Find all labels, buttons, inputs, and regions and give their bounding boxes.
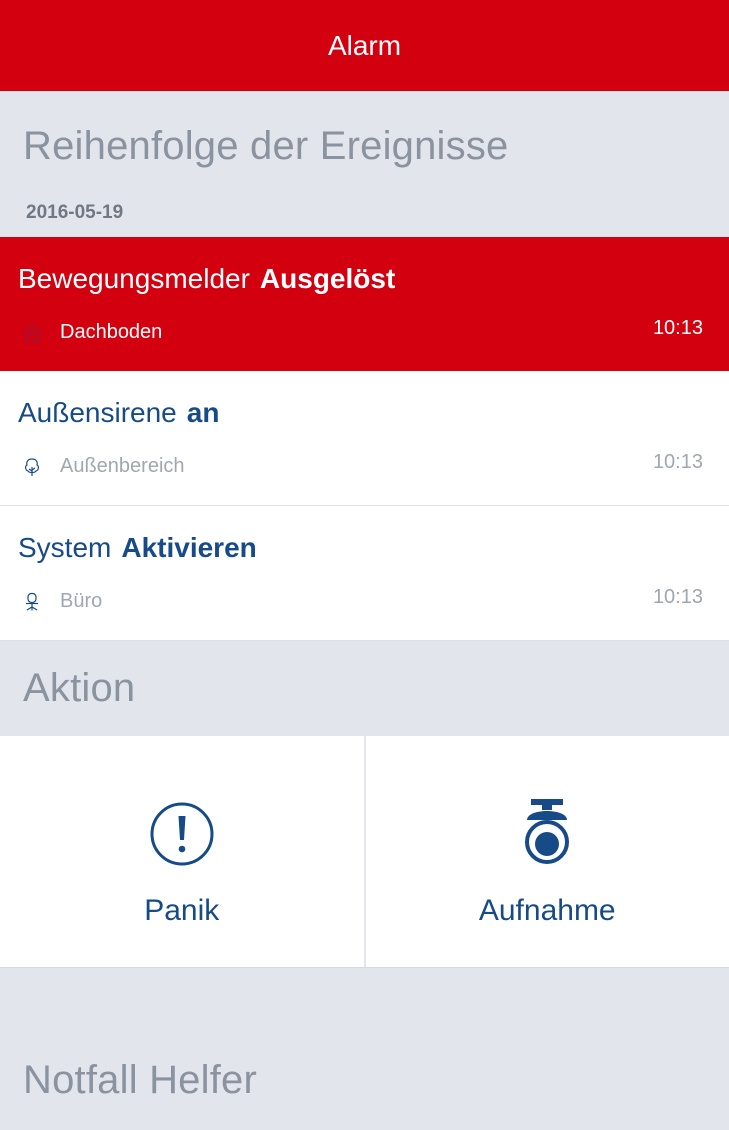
house-icon xyxy=(23,323,41,342)
event-list: Bewegungsmelder Ausgelöst Dachboden 10:13… xyxy=(0,237,729,641)
event-state: Ausgelöst xyxy=(259,263,396,294)
event-row[interactable]: Außensirene an Außenbereich 10:13 xyxy=(0,371,729,506)
event-time: 10:13 xyxy=(652,451,703,473)
event-state: Aktivieren xyxy=(121,532,257,563)
event-time: 10:13 xyxy=(652,317,703,339)
event-time: 10:13 xyxy=(652,586,703,608)
event-title: System Aktivieren xyxy=(18,532,257,564)
action-section-title: Aktion xyxy=(23,666,136,710)
event-location: Außenbereich xyxy=(22,455,185,478)
panic-button-label: Panik xyxy=(144,894,220,927)
event-title: Außensirene an xyxy=(18,397,219,429)
event-device: System xyxy=(18,532,112,563)
panic-button[interactable]: Panik xyxy=(0,736,364,967)
event-location: Büro xyxy=(22,590,102,613)
event-location-label: Außenbereich xyxy=(60,455,185,477)
app-header: Alarm xyxy=(0,0,729,91)
tree-icon xyxy=(25,457,39,476)
exclamation-circle-icon xyxy=(150,802,214,866)
event-row[interactable]: System Aktivieren Büro 10:13 xyxy=(0,506,729,641)
header-title: Alarm xyxy=(327,29,402,61)
events-section-title: Reihenfolge der Ereignisse xyxy=(23,124,509,168)
event-state: an xyxy=(186,397,220,428)
events-date: 2016-05-19 xyxy=(26,202,124,223)
event-location-label: Büro xyxy=(60,590,103,612)
security-camera-icon xyxy=(525,799,570,864)
office-chair-icon xyxy=(26,592,38,611)
event-device: Bewegungsmelder xyxy=(18,263,250,294)
recording-button-label: Aufnahme xyxy=(478,894,616,927)
event-location: Dachboden xyxy=(22,321,162,344)
event-device: Außensirene xyxy=(18,397,177,428)
helper-section-title: Notfall Helfer xyxy=(23,1058,257,1102)
event-location-label: Dachboden xyxy=(60,321,163,343)
event-title: Bewegungsmelder Ausgelöst xyxy=(18,263,395,295)
action-grid: Panik Aufnahme xyxy=(0,736,729,968)
recording-button[interactable]: Aufnahme xyxy=(363,736,729,967)
event-row[interactable]: Bewegungsmelder Ausgelöst Dachboden 10:13 xyxy=(0,237,729,371)
